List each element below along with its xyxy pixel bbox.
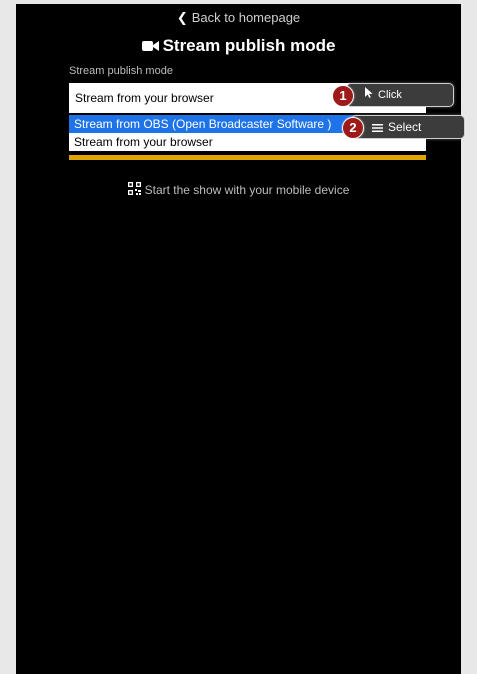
video-camera-icon (141, 37, 159, 57)
click-callout-label: Click (378, 89, 402, 101)
page-title: Stream publish mode (16, 36, 461, 57)
click-callout: Click (346, 83, 454, 107)
mobile-device-link[interactable]: Start the show with your mobile device (16, 181, 461, 198)
step-2-badge: 2 (342, 117, 364, 139)
cursor-icon (365, 84, 373, 106)
step-1-badge: 1 (332, 85, 354, 107)
stream-mode-selected-value: Stream from your browser (75, 91, 214, 105)
chevron-left-icon: ❮ (176, 10, 188, 25)
select-callout: Select (351, 115, 465, 139)
select-callout-label: Select (388, 120, 422, 134)
back-to-homepage-link[interactable]: ❮ Back to homepage (16, 10, 461, 26)
mobile-device-label: Start the show with your mobile device (144, 183, 350, 197)
qr-code-icon (127, 181, 141, 198)
menu-lines-icon (372, 117, 383, 139)
back-link-label: Back to homepage (191, 10, 301, 25)
page-title-text: Stream publish mode (162, 36, 336, 55)
main-panel: ❮ Back to homepage Stream publish mode St… (16, 4, 465, 674)
stream-mode-label: Stream publish mode (69, 65, 173, 77)
accent-bar (69, 155, 426, 160)
